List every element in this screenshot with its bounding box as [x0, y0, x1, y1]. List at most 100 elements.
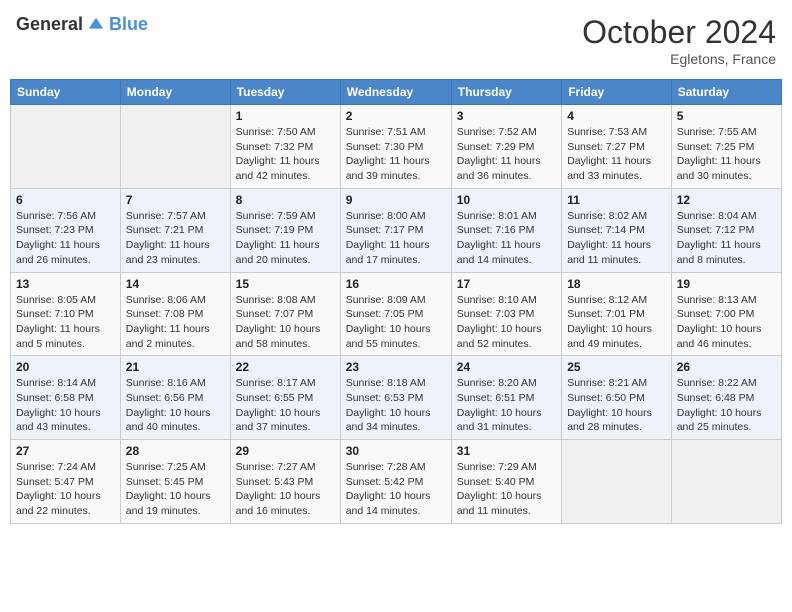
day-detail: Sunrise: 8:04 AMSunset: 7:12 PMDaylight:…: [677, 209, 776, 268]
calendar-cell: 18 Sunrise: 8:12 AMSunset: 7:01 PMDayligh…: [562, 272, 672, 356]
day-number: 10: [457, 193, 556, 207]
day-detail: Sunrise: 8:16 AMSunset: 6:56 PMDaylight:…: [126, 376, 225, 435]
calendar-cell: 13 Sunrise: 8:05 AMSunset: 7:10 PMDayligh…: [11, 272, 121, 356]
calendar-cell: 11Sunrise: 8:02 AMSunset: 7:14 PMDayligh…: [562, 188, 672, 272]
day-detail: Sunrise: 8:09 AMSunset: 7:05 PMDaylight:…: [346, 293, 446, 352]
day-detail: Sunrise: 8:13 AMSunset: 7:00 PMDaylight:…: [677, 293, 776, 352]
day-detail: Sunrise: 7:28 AMSunset: 5:42 PMDaylight:…: [346, 460, 446, 519]
day-number: 28: [126, 444, 225, 458]
day-number: 15: [236, 277, 335, 291]
calendar-cell: 25 Sunrise: 8:21 AMSunset: 6:50 PMDayligh…: [562, 356, 672, 440]
calendar-cell: 6 Sunrise: 7:56 AMSunset: 7:23 PMDaylight…: [11, 188, 121, 272]
calendar-cell: 2Sunrise: 7:51 AMSunset: 7:30 PMDaylight…: [340, 105, 451, 189]
day-number: 18: [567, 277, 666, 291]
day-detail: Sunrise: 7:52 AMSunset: 7:29 PMDaylight:…: [457, 125, 556, 184]
weekday-header-cell: Sunday: [11, 80, 121, 105]
logo-blue: Blue: [109, 14, 148, 35]
day-detail: Sunrise: 8:10 AMSunset: 7:03 PMDaylight:…: [457, 293, 556, 352]
day-number: 17: [457, 277, 556, 291]
weekday-header-cell: Saturday: [671, 80, 781, 105]
calendar-cell: 9Sunrise: 8:00 AMSunset: 7:17 PMDaylight…: [340, 188, 451, 272]
day-detail: Sunrise: 8:01 AMSunset: 7:16 PMDaylight:…: [457, 209, 556, 268]
calendar-cell: 4 Sunrise: 7:53 AMSunset: 7:27 PMDaylight…: [562, 105, 672, 189]
calendar-cell: 17 Sunrise: 8:10 AMSunset: 7:03 PMDayligh…: [451, 272, 561, 356]
day-detail: Sunrise: 7:25 AMSunset: 5:45 PMDaylight:…: [126, 460, 225, 519]
weekday-header-cell: Thursday: [451, 80, 561, 105]
day-number: 16: [346, 277, 446, 291]
calendar-cell: 14 Sunrise: 8:06 AMSunset: 7:08 PMDayligh…: [120, 272, 230, 356]
day-number: 14: [126, 277, 225, 291]
day-number: 31: [457, 444, 556, 458]
calendar-week-row: 6 Sunrise: 7:56 AMSunset: 7:23 PMDaylight…: [11, 188, 782, 272]
calendar-week-row: 20 Sunrise: 8:14 AMSunset: 6:58 PMDayligh…: [11, 356, 782, 440]
day-detail: Sunrise: 7:53 AMSunset: 7:27 PMDaylight:…: [567, 125, 666, 184]
weekday-header-cell: Friday: [562, 80, 672, 105]
day-detail: Sunrise: 7:57 AMSunset: 7:21 PMDaylight:…: [126, 209, 225, 268]
day-number: 8: [236, 193, 335, 207]
calendar-cell: [11, 105, 121, 189]
day-detail: Sunrise: 7:55 AMSunset: 7:25 PMDaylight:…: [677, 125, 776, 184]
day-number: 6: [16, 193, 115, 207]
calendar-week-row: 27 Sunrise: 7:24 AMSunset: 5:47 PMDayligh…: [11, 440, 782, 524]
title-block: October 2024 Egletons, France: [582, 14, 776, 67]
day-detail: Sunrise: 8:14 AMSunset: 6:58 PMDaylight:…: [16, 376, 115, 435]
day-detail: Sunrise: 7:27 AMSunset: 5:43 PMDaylight:…: [236, 460, 335, 519]
page-header: General Blue October 2024 Egletons, Fran…: [10, 10, 782, 71]
day-number: 9: [346, 193, 446, 207]
day-detail: Sunrise: 7:24 AMSunset: 5:47 PMDaylight:…: [16, 460, 115, 519]
weekday-header-row: SundayMondayTuesdayWednesdayThursdayFrid…: [11, 80, 782, 105]
day-number: 29: [236, 444, 335, 458]
logo-icon: [87, 16, 105, 34]
day-number: 20: [16, 360, 115, 374]
logo: General Blue: [16, 14, 148, 35]
calendar-cell: 21Sunrise: 8:16 AMSunset: 6:56 PMDayligh…: [120, 356, 230, 440]
day-number: 25: [567, 360, 666, 374]
day-number: 19: [677, 277, 776, 291]
calendar-cell: 7 Sunrise: 7:57 AMSunset: 7:21 PMDaylight…: [120, 188, 230, 272]
day-number: 13: [16, 277, 115, 291]
calendar-cell: 5 Sunrise: 7:55 AMSunset: 7:25 PMDaylight…: [671, 105, 781, 189]
calendar-cell: 23Sunrise: 8:18 AMSunset: 6:53 PMDayligh…: [340, 356, 451, 440]
calendar-cell: 19 Sunrise: 8:13 AMSunset: 7:00 PMDayligh…: [671, 272, 781, 356]
day-detail: Sunrise: 7:50 AMSunset: 7:32 PMDaylight:…: [236, 125, 335, 184]
calendar-cell: 10 Sunrise: 8:01 AMSunset: 7:16 PMDayligh…: [451, 188, 561, 272]
day-detail: Sunrise: 7:59 AMSunset: 7:19 PMDaylight:…: [236, 209, 335, 268]
day-number: 5: [677, 109, 776, 123]
day-detail: Sunrise: 8:22 AMSunset: 6:48 PMDaylight:…: [677, 376, 776, 435]
day-number: 24: [457, 360, 556, 374]
weekday-header-cell: Monday: [120, 80, 230, 105]
calendar-table: SundayMondayTuesdayWednesdayThursdayFrid…: [10, 79, 782, 524]
day-detail: Sunrise: 8:05 AMSunset: 7:10 PMDaylight:…: [16, 293, 115, 352]
day-detail: Sunrise: 7:56 AMSunset: 7:23 PMDaylight:…: [16, 209, 115, 268]
calendar-cell: 27 Sunrise: 7:24 AMSunset: 5:47 PMDayligh…: [11, 440, 121, 524]
day-detail: Sunrise: 7:51 AMSunset: 7:30 PMDaylight:…: [346, 125, 446, 184]
day-number: 22: [236, 360, 335, 374]
day-number: 12: [677, 193, 776, 207]
calendar-cell: 29 Sunrise: 7:27 AMSunset: 5:43 PMDayligh…: [230, 440, 340, 524]
location-subtitle: Egletons, France: [582, 51, 776, 67]
calendar-cell: 20 Sunrise: 8:14 AMSunset: 6:58 PMDayligh…: [11, 356, 121, 440]
day-number: 4: [567, 109, 666, 123]
calendar-cell: 31Sunrise: 7:29 AMSunset: 5:40 PMDayligh…: [451, 440, 561, 524]
day-detail: Sunrise: 8:06 AMSunset: 7:08 PMDaylight:…: [126, 293, 225, 352]
day-detail: Sunrise: 8:08 AMSunset: 7:07 PMDaylight:…: [236, 293, 335, 352]
calendar-cell: 16 Sunrise: 8:09 AMSunset: 7:05 PMDayligh…: [340, 272, 451, 356]
calendar-cell: 22Sunrise: 8:17 AMSunset: 6:55 PMDayligh…: [230, 356, 340, 440]
weekday-header-cell: Wednesday: [340, 80, 451, 105]
calendar-cell: 30 Sunrise: 7:28 AMSunset: 5:42 PMDayligh…: [340, 440, 451, 524]
day-number: 23: [346, 360, 446, 374]
calendar-cell: 8 Sunrise: 7:59 AMSunset: 7:19 PMDaylight…: [230, 188, 340, 272]
day-detail: Sunrise: 8:21 AMSunset: 6:50 PMDaylight:…: [567, 376, 666, 435]
day-detail: Sunrise: 8:12 AMSunset: 7:01 PMDaylight:…: [567, 293, 666, 352]
day-number: 30: [346, 444, 446, 458]
calendar-cell: 12 Sunrise: 8:04 AMSunset: 7:12 PMDayligh…: [671, 188, 781, 272]
calendar-cell: 15 Sunrise: 8:08 AMSunset: 7:07 PMDayligh…: [230, 272, 340, 356]
calendar-cell: [120, 105, 230, 189]
calendar-body: 1Sunrise: 7:50 AMSunset: 7:32 PMDaylight…: [11, 105, 782, 524]
day-number: 27: [16, 444, 115, 458]
month-title: October 2024: [582, 14, 776, 51]
calendar-week-row: 13 Sunrise: 8:05 AMSunset: 7:10 PMDayligh…: [11, 272, 782, 356]
calendar-cell: [562, 440, 672, 524]
day-number: 7: [126, 193, 225, 207]
calendar-cell: 26Sunrise: 8:22 AMSunset: 6:48 PMDayligh…: [671, 356, 781, 440]
